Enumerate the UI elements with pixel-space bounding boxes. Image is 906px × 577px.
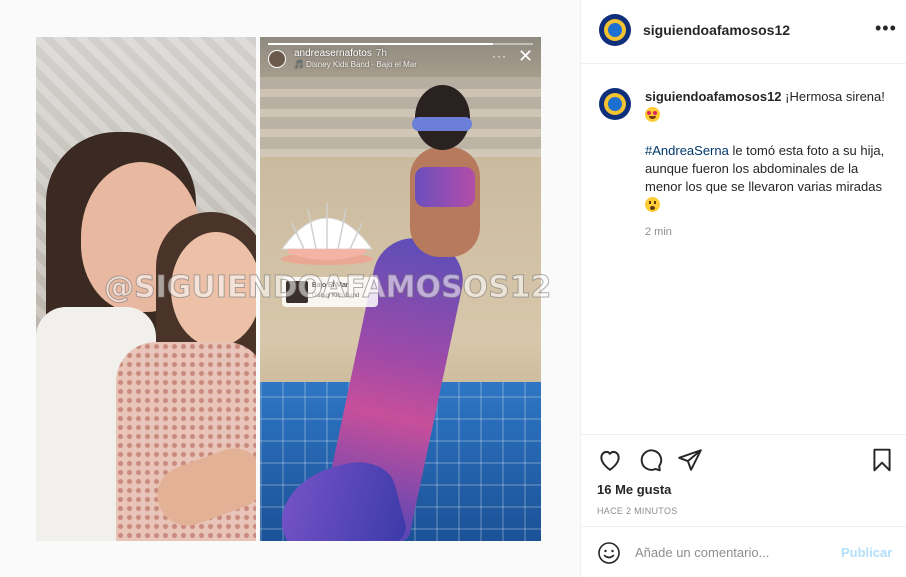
share-send-icon[interactable] <box>677 447 703 473</box>
add-comment-bar: Publicar <box>581 526 906 577</box>
post-header: siguiendoafamosos12 ••• <box>581 0 906 64</box>
post-media: andreasernafotos 7h 🎵 Disney Kids Band · … <box>0 0 580 577</box>
caption-text-1: ¡Hermosa sirena! <box>785 89 885 104</box>
post-actions: 16 Me gusta HACE 2 MINUTOS <box>581 434 906 526</box>
post-side-panel: siguiendoafamosos12 ••• siguiendoafamoso… <box>580 0 906 577</box>
caption-paragraph: #AndreaSerna le tomó esta foto a su hija… <box>645 142 885 214</box>
heart-icon[interactable] <box>597 447 623 473</box>
story-username: andreasernafotos 7h <box>294 48 387 59</box>
publish-button[interactable]: Publicar <box>841 545 892 560</box>
header-username[interactable]: siguiendoafamosos12 <box>643 22 790 38</box>
caption-line-1: siguiendoafamosos12 ¡Hermosa sirena! <box>645 88 885 124</box>
likes-count[interactable]: 16 Me gusta <box>597 482 671 497</box>
comment-input[interactable] <box>635 540 835 564</box>
comment-icon[interactable] <box>637 447 663 473</box>
caption-area: siguiendoafamosos12 ¡Hermosa sirena! #An… <box>581 64 906 434</box>
avatar[interactable] <box>599 14 631 46</box>
caption-time: 2 min <box>645 226 672 238</box>
story-song: 🎵 Disney Kids Band · Bajo el Mar <box>294 60 417 69</box>
surprised-emoji-icon <box>645 197 660 212</box>
posted-time: HACE 2 MINUTOS <box>597 506 678 516</box>
more-horizontal-icon[interactable]: ••• <box>875 18 897 39</box>
story-progress-bar <box>268 43 533 45</box>
emoji-smile-icon[interactable] <box>597 541 621 565</box>
caption-username[interactable]: siguiendoafamosos12 <box>645 89 782 104</box>
watermark-text: @SIGUIENDOAFAMOSOS12 <box>103 270 552 306</box>
caption-avatar[interactable] <box>599 88 631 120</box>
story-avatar <box>268 50 286 68</box>
story-more-icon: ··· <box>492 49 507 63</box>
hashtag-link[interactable]: #AndreaSerna <box>645 143 729 158</box>
close-icon: ✕ <box>518 46 534 66</box>
shell-sticker-icon <box>281 203 373 265</box>
heart-eyes-emoji-icon <box>645 107 660 122</box>
bookmark-icon[interactable] <box>869 447 895 473</box>
